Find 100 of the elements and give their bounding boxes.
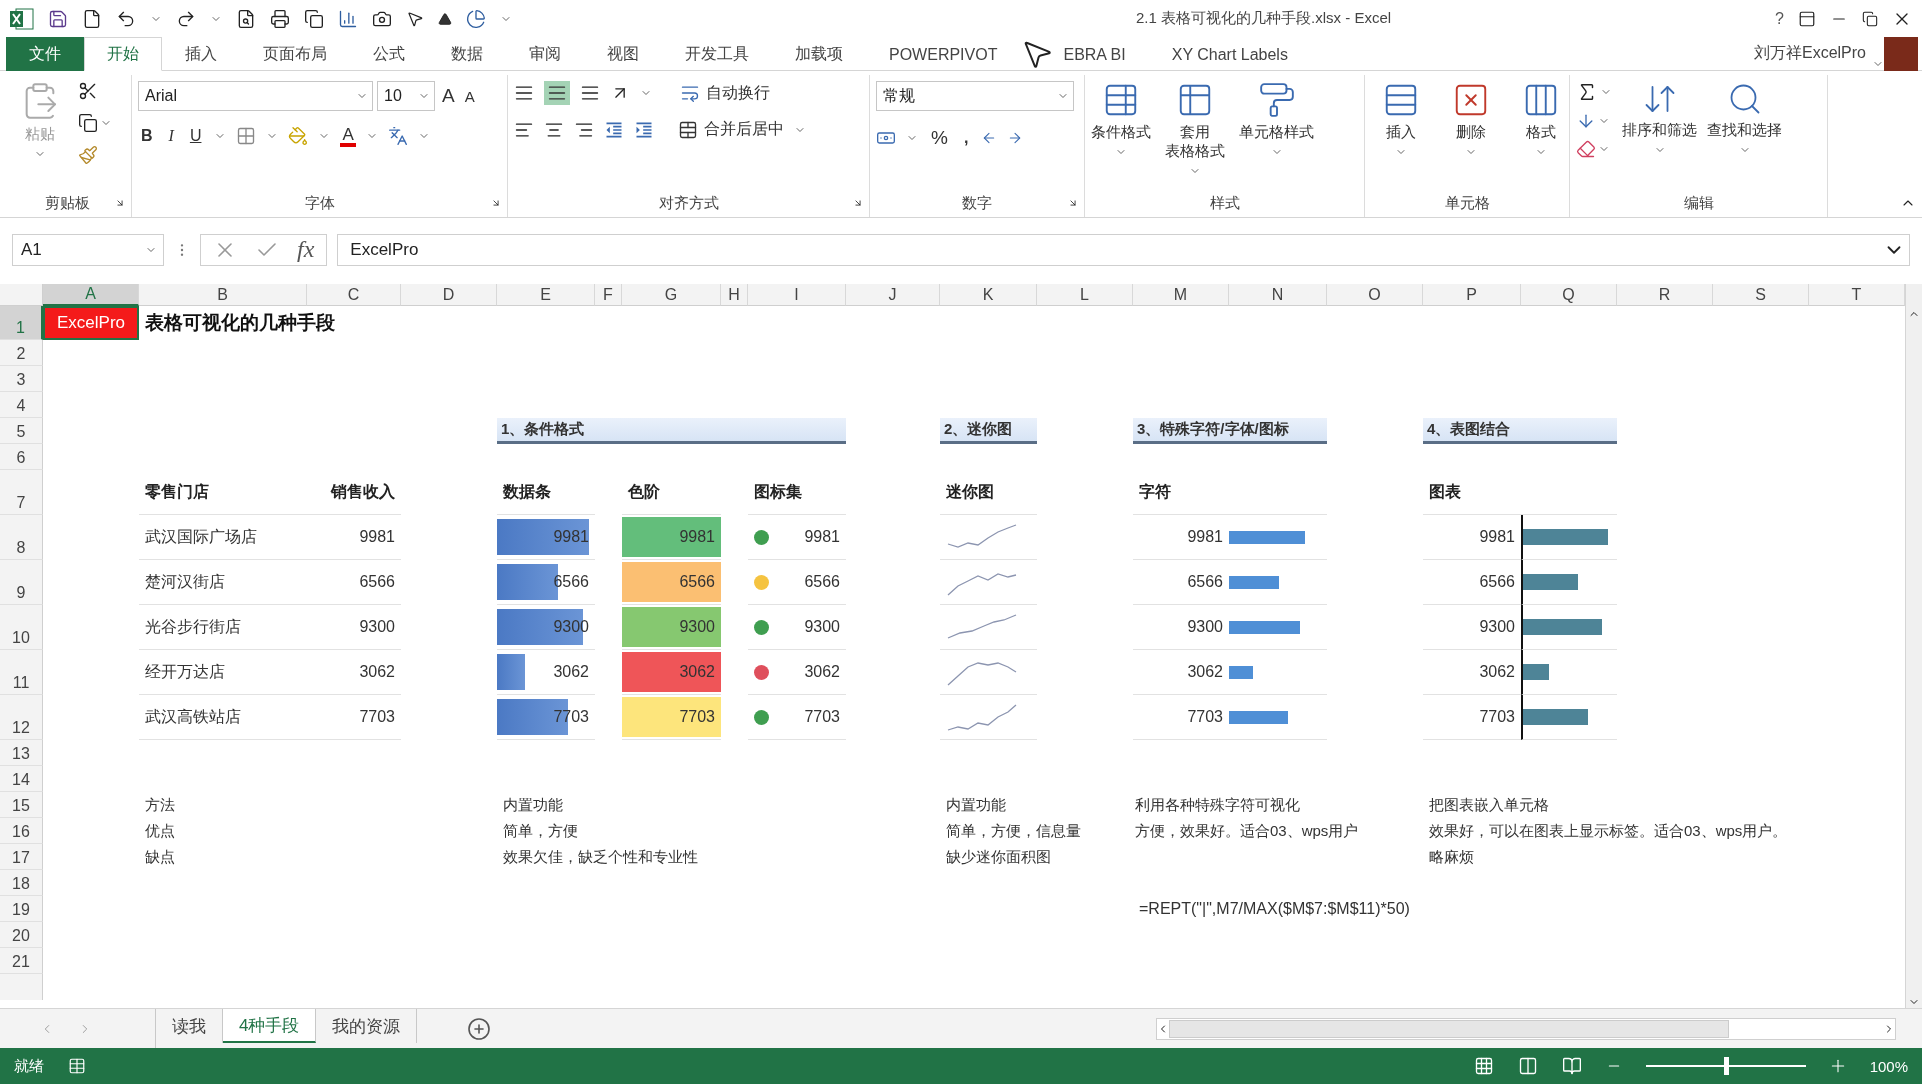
triangle-icon[interactable]: [438, 11, 452, 26]
sheet-tab[interactable]: 4种手段: [223, 1009, 317, 1043]
borders-icon[interactable]: [236, 126, 257, 146]
add-sheet-icon[interactable]: [467, 1016, 492, 1041]
underline-button[interactable]: U: [186, 125, 205, 147]
normal-view-icon[interactable]: [1473, 1056, 1494, 1076]
font-color-button[interactable]: A: [340, 125, 356, 147]
pie-chart-icon[interactable]: [466, 8, 486, 29]
ribbon-tab[interactable]: POWERPIVOT: [866, 37, 1021, 71]
badge-cell[interactable]: ExcelPro: [43, 306, 139, 340]
insert-function-button[interactable]: fx: [297, 236, 315, 263]
style-button[interactable]: 单元格样式: [1239, 75, 1314, 189]
scissors-icon[interactable]: [78, 81, 98, 101]
style-button[interactable]: 条件格式: [1091, 75, 1151, 189]
column-header[interactable]: N: [1229, 284, 1327, 306]
sheet-tab[interactable]: 我的资源: [316, 1009, 418, 1043]
row-header[interactable]: 15: [0, 792, 43, 818]
column-header[interactable]: A: [43, 284, 139, 306]
column-header[interactable]: I: [748, 284, 846, 306]
column-header[interactable]: C: [307, 284, 401, 306]
row-header[interactable]: 13: [0, 740, 43, 766]
dialog-launcher-icon[interactable]: [115, 198, 125, 208]
dialog-launcher-icon[interactable]: [1068, 198, 1078, 208]
ribbon-tab[interactable]: 开发工具: [662, 37, 772, 71]
column-header[interactable]: R: [1617, 284, 1713, 306]
account-name[interactable]: 刘万祥ExcelPro: [1753, 43, 1866, 64]
ribbon-tab[interactable]: 加载项: [772, 37, 866, 71]
number-format-field[interactable]: 常规: [876, 81, 1074, 111]
macro-recording-icon[interactable]: [68, 1057, 86, 1075]
dialog-launcher-icon[interactable]: [491, 198, 501, 208]
formula-field[interactable]: ExcelPro: [337, 233, 1910, 266]
ribbon-tab[interactable]: XY Chart Labels: [1148, 37, 1311, 71]
cells-button[interactable]: 格式: [1511, 75, 1571, 189]
row-header[interactable]: 18: [0, 870, 43, 896]
row-header[interactable]: 10: [0, 605, 43, 650]
column-header[interactable]: P: [1423, 284, 1521, 306]
font-name-field[interactable]: Arial: [138, 81, 373, 111]
eraser-icon[interactable]: [1576, 139, 1596, 159]
ribbon-tab[interactable]: 页面布局: [240, 37, 350, 71]
ribbon-tab[interactable]: 视图: [584, 37, 662, 71]
column-header[interactable]: Q: [1521, 284, 1617, 306]
avatar-photo-placeholder[interactable]: [1884, 36, 1918, 71]
row-header[interactable]: 17: [0, 844, 43, 870]
italic-button[interactable]: I: [165, 125, 177, 147]
row-header[interactable]: 6: [0, 444, 43, 470]
zoom-thumb[interactable]: [1723, 1057, 1729, 1075]
print-preview-icon[interactable]: [236, 8, 256, 29]
copy-icon[interactable]: [304, 8, 324, 29]
font-size-field[interactable]: 10: [377, 81, 435, 111]
row-header[interactable]: 21: [0, 948, 43, 974]
column-header[interactable]: D: [401, 284, 497, 306]
merge-center-button[interactable]: 合并后居中: [678, 119, 784, 140]
grow-font-button[interactable]: A: [439, 83, 458, 109]
row-header[interactable]: 1: [0, 306, 43, 340]
row-header[interactable]: 7: [0, 470, 43, 515]
row-header[interactable]: 12: [0, 695, 43, 740]
row-header[interactable]: 9: [0, 560, 43, 605]
copy-icon[interactable]: [78, 113, 98, 133]
vertical-scrollbar[interactable]: [1905, 284, 1922, 1008]
ribbon-tab[interactable]: 公式: [350, 37, 428, 71]
column-header[interactable]: H: [721, 284, 748, 306]
pointer-icon[interactable]: [406, 9, 424, 28]
column-header[interactable]: O: [1327, 284, 1423, 306]
scroll-thumb[interactable]: [1169, 1019, 1729, 1038]
editing-button[interactable]: 查找和选择: [1707, 75, 1782, 189]
row-header[interactable]: 8: [0, 515, 43, 560]
excel-logo[interactable]: [10, 7, 34, 30]
ribbon-tab[interactable]: EBRA BI: [1040, 37, 1149, 71]
page-break-icon[interactable]: [1561, 1056, 1582, 1076]
row-header[interactable]: 2: [0, 340, 43, 366]
column-header[interactable]: S: [1713, 284, 1809, 306]
column-header[interactable]: F: [595, 284, 622, 306]
column-header[interactable]: T: [1809, 284, 1905, 306]
row-header[interactable]: 5: [0, 418, 43, 444]
column-header[interactable]: K: [940, 284, 1037, 306]
column-header[interactable]: E: [497, 284, 595, 306]
shrink-font-button[interactable]: A: [461, 85, 478, 107]
format-painter-icon[interactable]: [78, 145, 98, 165]
dialog-launcher-icon[interactable]: [853, 198, 863, 208]
printer-icon[interactable]: [270, 8, 290, 29]
column-header[interactable]: M: [1133, 284, 1229, 306]
ribbon-tab[interactable]: 开始: [84, 37, 162, 71]
row-header[interactable]: 20: [0, 922, 43, 948]
align-middle-button[interactable]: [544, 81, 570, 105]
style-button[interactable]: 套用 表格格式: [1165, 75, 1225, 189]
row-header[interactable]: 19: [0, 896, 43, 922]
restore-icon[interactable]: [1862, 10, 1878, 27]
page-layout-icon[interactable]: [1517, 1056, 1538, 1076]
row-header[interactable]: 16: [0, 818, 43, 844]
row-header[interactable]: 14: [0, 766, 43, 792]
horizontal-scrollbar[interactable]: [1156, 1017, 1896, 1040]
ribbon-tab[interactable]: 数据: [428, 37, 506, 71]
ribbon-tab[interactable]: 插入: [162, 37, 240, 71]
column-header[interactable]: G: [622, 284, 721, 306]
ribbon-display-icon[interactable]: [1798, 9, 1816, 28]
help-button[interactable]: ?: [1775, 9, 1784, 28]
row-header[interactable]: 11: [0, 650, 43, 695]
cells-button[interactable]: 插入: [1371, 75, 1431, 189]
cells-button[interactable]: 删除: [1441, 75, 1501, 189]
save-icon[interactable]: [48, 8, 68, 29]
